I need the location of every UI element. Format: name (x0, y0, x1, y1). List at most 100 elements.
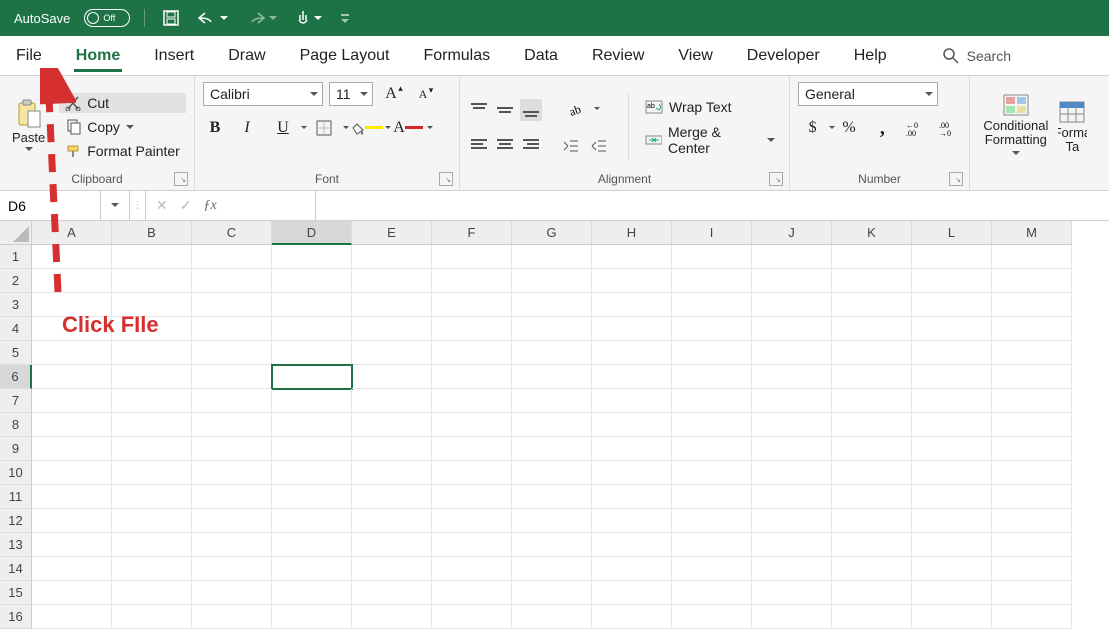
cell[interactable] (912, 605, 992, 629)
cell[interactable] (992, 581, 1072, 605)
cell[interactable] (592, 461, 672, 485)
tab-view[interactable]: View (676, 41, 714, 71)
row-header[interactable]: 10 (0, 461, 32, 485)
format-painter-button[interactable]: Format Painter (59, 141, 186, 161)
number-format-combo[interactable]: General (798, 82, 938, 106)
cell[interactable] (752, 413, 832, 437)
row-header[interactable]: 7 (0, 389, 32, 413)
save-icon[interactable] (159, 8, 183, 28)
cell[interactable] (512, 581, 592, 605)
cell[interactable] (832, 245, 912, 269)
cell[interactable] (272, 437, 352, 461)
cell[interactable] (992, 461, 1072, 485)
cell[interactable] (672, 581, 752, 605)
cell[interactable] (512, 485, 592, 509)
cell[interactable] (352, 461, 432, 485)
cell[interactable] (112, 581, 192, 605)
cell[interactable] (272, 245, 352, 269)
fill-color-button[interactable] (349, 116, 383, 140)
cell[interactable] (672, 389, 752, 413)
cut-button[interactable]: Cut (59, 93, 186, 113)
row-header[interactable]: 12 (0, 509, 32, 533)
cell[interactable] (912, 413, 992, 437)
cell[interactable] (752, 533, 832, 557)
cell[interactable] (512, 293, 592, 317)
cell[interactable] (432, 581, 512, 605)
cell[interactable] (112, 389, 192, 413)
cell[interactable] (592, 389, 672, 413)
cell[interactable] (672, 269, 752, 293)
tab-data[interactable]: Data (522, 41, 560, 71)
row-header[interactable]: 11 (0, 485, 32, 509)
cell[interactable] (752, 245, 832, 269)
cell[interactable] (912, 509, 992, 533)
cell[interactable] (112, 269, 192, 293)
cell[interactable] (752, 509, 832, 533)
cell[interactable] (112, 461, 192, 485)
cell[interactable] (992, 389, 1072, 413)
cell[interactable] (32, 341, 112, 365)
cell[interactable] (192, 605, 272, 629)
cell[interactable] (272, 293, 352, 317)
accounting-format-button[interactable]: $ (798, 116, 827, 140)
cell[interactable] (272, 389, 352, 413)
cell[interactable] (752, 581, 832, 605)
column-header[interactable]: J (752, 221, 832, 245)
percent-format-button[interactable]: % (837, 116, 860, 140)
cell[interactable] (512, 461, 592, 485)
cell[interactable] (672, 485, 752, 509)
tab-help[interactable]: Help (852, 41, 889, 71)
cell[interactable] (432, 557, 512, 581)
cell[interactable] (832, 269, 912, 293)
cell[interactable] (432, 389, 512, 413)
cell[interactable] (672, 365, 752, 389)
customize-qat-icon[interactable] (336, 11, 354, 25)
cell[interactable] (992, 293, 1072, 317)
align-middle-button[interactable] (494, 99, 516, 121)
cell[interactable] (192, 557, 272, 581)
bold-button[interactable]: B (203, 116, 227, 140)
cell[interactable] (512, 533, 592, 557)
cell[interactable] (192, 437, 272, 461)
row-header[interactable]: 5 (0, 341, 32, 365)
decrease-font-button[interactable]: A▾ (409, 82, 433, 106)
cell[interactable] (352, 341, 432, 365)
cell[interactable] (352, 317, 432, 341)
row-header[interactable]: 8 (0, 413, 32, 437)
cell[interactable] (272, 341, 352, 365)
cell[interactable] (112, 437, 192, 461)
borders-button[interactable] (307, 116, 341, 140)
comma-format-button[interactable]: , (871, 116, 894, 140)
name-box-dropdown[interactable] (100, 191, 129, 220)
row-header[interactable]: 16 (0, 605, 32, 629)
cell[interactable] (32, 533, 112, 557)
cell[interactable] (112, 557, 192, 581)
cell[interactable] (32, 269, 112, 293)
cell[interactable] (432, 485, 512, 509)
tab-file[interactable]: File (14, 41, 44, 71)
row-header[interactable]: 13 (0, 533, 32, 557)
cell[interactable] (352, 293, 432, 317)
redo-icon[interactable] (242, 8, 281, 28)
decrease-decimal-button[interactable]: .00→0 (938, 116, 961, 140)
cell[interactable] (432, 605, 512, 629)
cell[interactable] (992, 269, 1072, 293)
cell[interactable] (912, 341, 992, 365)
cell[interactable] (192, 245, 272, 269)
column-header[interactable]: E (352, 221, 432, 245)
cell[interactable] (112, 341, 192, 365)
orientation-button[interactable]: ab (560, 97, 592, 121)
formula-input[interactable] (316, 191, 1109, 220)
cell[interactable] (672, 317, 752, 341)
row-header[interactable]: 2 (0, 269, 32, 293)
cell[interactable] (512, 389, 592, 413)
cell[interactable] (592, 245, 672, 269)
column-header[interactable]: C (192, 221, 272, 245)
cell[interactable] (112, 605, 192, 629)
cell[interactable] (752, 293, 832, 317)
cell[interactable] (832, 437, 912, 461)
cell[interactable] (672, 293, 752, 317)
row-header[interactable]: 1 (0, 245, 32, 269)
column-header[interactable]: A (32, 221, 112, 245)
name-box[interactable] (0, 191, 130, 220)
